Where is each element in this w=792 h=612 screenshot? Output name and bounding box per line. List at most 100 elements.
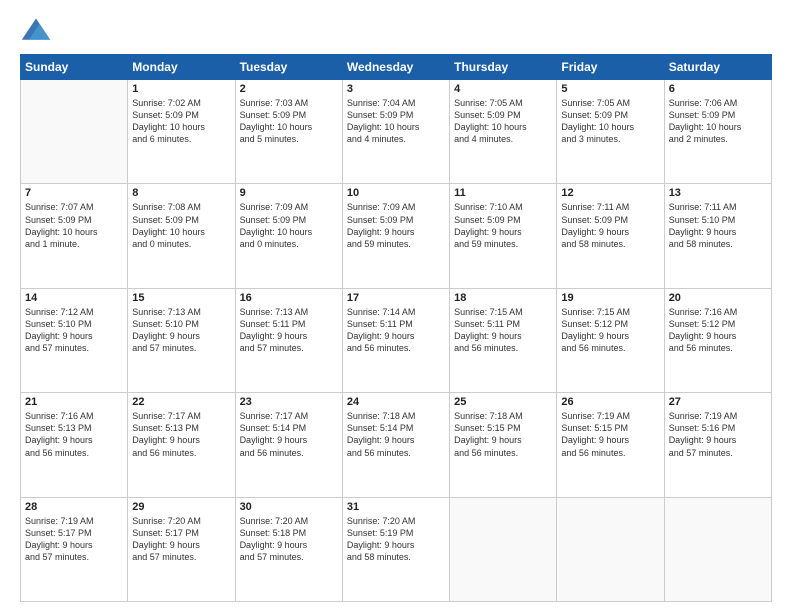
calendar-week-3: 14Sunrise: 7:12 AM Sunset: 5:10 PM Dayli… xyxy=(21,288,772,392)
calendar-week-4: 21 Sunrise: 7:16 AM Sunset: 5:13 PM Dayli… xyxy=(21,393,772,497)
day-info: Sunrise: 7:20 AM Sunset: 5:19 PM Dayligh… xyxy=(347,515,445,564)
day-info: Sunrise: 7:20 AM Sunset: 5:17 PM Dayligh… xyxy=(132,515,230,564)
calendar-cell: 19 Sunrise: 7:15 AM Sunset: 5:12 PM Dayli… xyxy=(557,288,664,392)
col-header-friday: Friday xyxy=(557,55,664,80)
calendar-cell: 21 Sunrise: 7:16 AM Sunset: 5:13 PM Dayli… xyxy=(21,393,128,497)
calendar-cell: 12 Sunrise: 7:11 AM Sunset: 5:09 PM Dayli… xyxy=(557,184,664,288)
day-info: Sunrise: 7:17 AM Sunset: 5:14 PM Dayligh… xyxy=(240,410,338,459)
calendar-cell: 16 Sunrise: 7:13 AM Sunset: 5:11 PM Dayli… xyxy=(235,288,342,392)
calendar-cell: 5Sunrise: 7:05 AM Sunset: 5:09 PM Daylig… xyxy=(557,80,664,184)
calendar-cell: 22 Sunrise: 7:17 AM Sunset: 5:13 PM Dayli… xyxy=(128,393,235,497)
calendar-cell: 4 Sunrise: 7:05 AM Sunset: 5:09 PM Daylig… xyxy=(450,80,557,184)
calendar-cell: 17 Sunrise: 7:14 AM Sunset: 5:11 PM Dayli… xyxy=(342,288,449,392)
calendar-week-1: 1 Sunrise: 7:02 AM Sunset: 5:09 PM Daylig… xyxy=(21,80,772,184)
day-info: Sunrise: 7:16 AM Sunset: 5:13 PM Dayligh… xyxy=(25,410,123,459)
day-number: 26 xyxy=(561,396,659,408)
day-number: 12 xyxy=(561,187,659,199)
day-number: 30 xyxy=(240,501,338,513)
day-info: Sunrise: 7:14 AM Sunset: 5:11 PM Dayligh… xyxy=(347,306,445,355)
day-number: 13 xyxy=(669,187,767,199)
day-number: 7 xyxy=(25,187,123,199)
col-header-monday: Monday xyxy=(128,55,235,80)
day-number: 19 xyxy=(561,292,659,304)
day-number: 15 xyxy=(132,292,230,304)
day-info: Sunrise: 7:09 AM Sunset: 5:09 PM Dayligh… xyxy=(347,201,445,250)
calendar-cell xyxy=(21,80,128,184)
day-number: 18 xyxy=(454,292,552,304)
day-number: 28 xyxy=(25,501,123,513)
calendar-cell: 15 Sunrise: 7:13 AM Sunset: 5:10 PM Dayli… xyxy=(128,288,235,392)
day-number: 10 xyxy=(347,187,445,199)
day-info: Sunrise: 7:11 AM Sunset: 5:10 PM Dayligh… xyxy=(669,201,767,250)
calendar-cell: 3Sunrise: 7:04 AM Sunset: 5:09 PM Daylig… xyxy=(342,80,449,184)
day-number: 16 xyxy=(240,292,338,304)
day-number: 11 xyxy=(454,187,552,199)
calendar-cell: 10 Sunrise: 7:09 AM Sunset: 5:09 PM Dayli… xyxy=(342,184,449,288)
day-info: Sunrise: 7:06 AM Sunset: 5:09 PM Dayligh… xyxy=(669,97,767,146)
day-number: 4 xyxy=(454,83,552,95)
day-number: 2 xyxy=(240,83,338,95)
day-number: 9 xyxy=(240,187,338,199)
calendar-cell: 25 Sunrise: 7:18 AM Sunset: 5:15 PM Dayli… xyxy=(450,393,557,497)
calendar-cell: 29 Sunrise: 7:20 AM Sunset: 5:17 PM Dayli… xyxy=(128,497,235,601)
day-info: Sunrise: 7:11 AM Sunset: 5:09 PM Dayligh… xyxy=(561,201,659,250)
day-info: Sunrise: 7:05 AM Sunset: 5:09 PM Dayligh… xyxy=(561,97,659,146)
calendar-cell: 9 Sunrise: 7:09 AM Sunset: 5:09 PM Daylig… xyxy=(235,184,342,288)
calendar-table: SundayMondayTuesdayWednesdayThursdayFrid… xyxy=(20,54,772,602)
calendar-week-5: 28 Sunrise: 7:19 AM Sunset: 5:17 PM Dayli… xyxy=(21,497,772,601)
calendar-cell: 23Sunrise: 7:17 AM Sunset: 5:14 PM Dayli… xyxy=(235,393,342,497)
calendar-cell: 6 Sunrise: 7:06 AM Sunset: 5:09 PM Daylig… xyxy=(664,80,771,184)
day-number: 29 xyxy=(132,501,230,513)
day-info: Sunrise: 7:19 AM Sunset: 5:16 PM Dayligh… xyxy=(669,410,767,459)
day-number: 20 xyxy=(669,292,767,304)
col-header-thursday: Thursday xyxy=(450,55,557,80)
day-number: 8 xyxy=(132,187,230,199)
day-number: 17 xyxy=(347,292,445,304)
day-info: Sunrise: 7:19 AM Sunset: 5:17 PM Dayligh… xyxy=(25,515,123,564)
calendar-cell xyxy=(557,497,664,601)
day-number: 3 xyxy=(347,83,445,95)
calendar-cell xyxy=(450,497,557,601)
day-number: 25 xyxy=(454,396,552,408)
day-number: 31 xyxy=(347,501,445,513)
day-info: Sunrise: 7:16 AM Sunset: 5:12 PM Dayligh… xyxy=(669,306,767,355)
day-info: Sunrise: 7:05 AM Sunset: 5:09 PM Dayligh… xyxy=(454,97,552,146)
calendar-cell: 18 Sunrise: 7:15 AM Sunset: 5:11 PM Dayli… xyxy=(450,288,557,392)
calendar-cell: 13 Sunrise: 7:11 AM Sunset: 5:10 PM Dayli… xyxy=(664,184,771,288)
day-info: Sunrise: 7:20 AM Sunset: 5:18 PM Dayligh… xyxy=(240,515,338,564)
day-info: Sunrise: 7:19 AM Sunset: 5:15 PM Dayligh… xyxy=(561,410,659,459)
calendar-cell: 28 Sunrise: 7:19 AM Sunset: 5:17 PM Dayli… xyxy=(21,497,128,601)
calendar-cell xyxy=(664,497,771,601)
day-info: Sunrise: 7:13 AM Sunset: 5:11 PM Dayligh… xyxy=(240,306,338,355)
calendar-cell: 26 Sunrise: 7:19 AM Sunset: 5:15 PM Dayli… xyxy=(557,393,664,497)
calendar-cell: 31 Sunrise: 7:20 AM Sunset: 5:19 PM Dayli… xyxy=(342,497,449,601)
day-info: Sunrise: 7:17 AM Sunset: 5:13 PM Dayligh… xyxy=(132,410,230,459)
calendar-cell: 2Sunrise: 7:03 AM Sunset: 5:09 PM Daylig… xyxy=(235,80,342,184)
day-info: Sunrise: 7:15 AM Sunset: 5:11 PM Dayligh… xyxy=(454,306,552,355)
col-header-tuesday: Tuesday xyxy=(235,55,342,80)
day-info: Sunrise: 7:02 AM Sunset: 5:09 PM Dayligh… xyxy=(132,97,230,146)
page: SundayMondayTuesdayWednesdayThursdayFrid… xyxy=(0,0,792,612)
day-info: Sunrise: 7:08 AM Sunset: 5:09 PM Dayligh… xyxy=(132,201,230,250)
day-info: Sunrise: 7:10 AM Sunset: 5:09 PM Dayligh… xyxy=(454,201,552,250)
calendar-header-row: SundayMondayTuesdayWednesdayThursdayFrid… xyxy=(21,55,772,80)
day-number: 1 xyxy=(132,83,230,95)
col-header-sunday: Sunday xyxy=(21,55,128,80)
calendar-cell: 24Sunrise: 7:18 AM Sunset: 5:14 PM Dayli… xyxy=(342,393,449,497)
calendar-cell: 7Sunrise: 7:07 AM Sunset: 5:09 PM Daylig… xyxy=(21,184,128,288)
day-info: Sunrise: 7:18 AM Sunset: 5:14 PM Dayligh… xyxy=(347,410,445,459)
day-number: 21 xyxy=(25,396,123,408)
day-number: 6 xyxy=(669,83,767,95)
day-info: Sunrise: 7:15 AM Sunset: 5:12 PM Dayligh… xyxy=(561,306,659,355)
day-info: Sunrise: 7:18 AM Sunset: 5:15 PM Dayligh… xyxy=(454,410,552,459)
calendar-cell: 1 Sunrise: 7:02 AM Sunset: 5:09 PM Daylig… xyxy=(128,80,235,184)
day-number: 22 xyxy=(132,396,230,408)
calendar-cell: 8 Sunrise: 7:08 AM Sunset: 5:09 PM Daylig… xyxy=(128,184,235,288)
calendar-cell: 30 Sunrise: 7:20 AM Sunset: 5:18 PM Dayli… xyxy=(235,497,342,601)
day-info: Sunrise: 7:13 AM Sunset: 5:10 PM Dayligh… xyxy=(132,306,230,355)
day-info: Sunrise: 7:09 AM Sunset: 5:09 PM Dayligh… xyxy=(240,201,338,250)
calendar-cell: 11 Sunrise: 7:10 AM Sunset: 5:09 PM Dayli… xyxy=(450,184,557,288)
header xyxy=(20,16,772,44)
calendar-cell: 27 Sunrise: 7:19 AM Sunset: 5:16 PM Dayli… xyxy=(664,393,771,497)
day-number: 27 xyxy=(669,396,767,408)
